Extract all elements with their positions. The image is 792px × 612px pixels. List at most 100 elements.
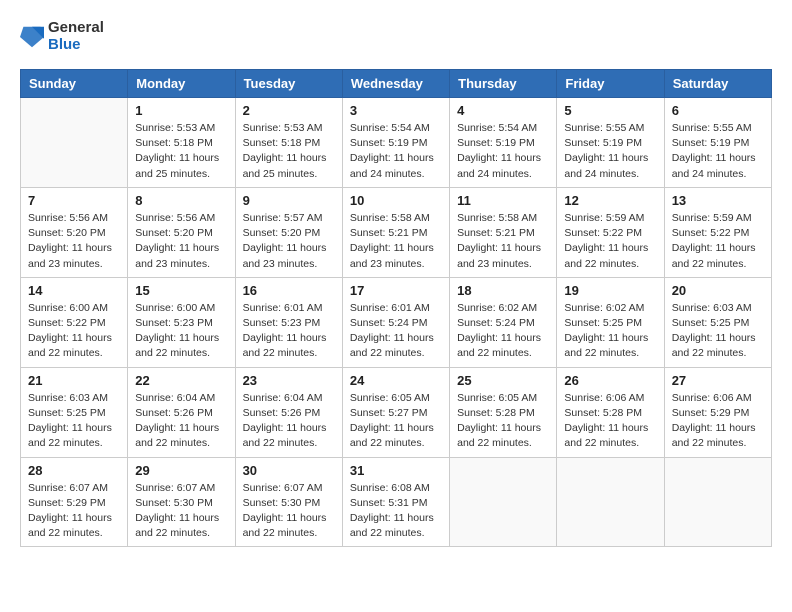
day-info: Sunrise: 5:53 AM Sunset: 5:18 PM Dayligh… xyxy=(135,121,227,182)
day-number: 29 xyxy=(135,463,227,478)
day-number: 31 xyxy=(350,463,442,478)
calendar-cell: 29 Sunrise: 6:07 AM Sunset: 5:30 PM Dayli… xyxy=(128,457,235,547)
day-info: Sunrise: 6:00 AM Sunset: 5:22 PM Dayligh… xyxy=(28,301,120,362)
calendar-cell: 4 Sunrise: 5:54 AM Sunset: 5:19 PM Daylig… xyxy=(450,98,557,188)
calendar-cell: 22 Sunrise: 6:04 AM Sunset: 5:26 PM Dayli… xyxy=(128,367,235,457)
day-info: Sunrise: 5:54 AM Sunset: 5:19 PM Dayligh… xyxy=(350,121,442,182)
day-info: Sunrise: 6:07 AM Sunset: 5:30 PM Dayligh… xyxy=(243,481,335,542)
calendar-cell xyxy=(664,457,771,547)
day-info: Sunrise: 6:03 AM Sunset: 5:25 PM Dayligh… xyxy=(672,301,764,362)
day-number: 13 xyxy=(672,193,764,208)
calendar-cell: 12 Sunrise: 5:59 AM Sunset: 5:22 PM Dayli… xyxy=(557,187,664,277)
calendar-cell: 23 Sunrise: 6:04 AM Sunset: 5:26 PM Dayli… xyxy=(235,367,342,457)
weekday-header-monday: Monday xyxy=(128,70,235,98)
weekday-header-friday: Friday xyxy=(557,70,664,98)
day-number: 7 xyxy=(28,193,120,208)
page-header: General Blue xyxy=(20,20,772,53)
day-number: 6 xyxy=(672,103,764,118)
calendar-cell: 16 Sunrise: 6:01 AM Sunset: 5:23 PM Dayli… xyxy=(235,277,342,367)
day-info: Sunrise: 5:57 AM Sunset: 5:20 PM Dayligh… xyxy=(243,211,335,272)
day-info: Sunrise: 5:56 AM Sunset: 5:20 PM Dayligh… xyxy=(28,211,120,272)
day-number: 16 xyxy=(243,283,335,298)
day-info: Sunrise: 6:06 AM Sunset: 5:29 PM Dayligh… xyxy=(672,391,764,452)
calendar-cell: 11 Sunrise: 5:58 AM Sunset: 5:21 PM Dayli… xyxy=(450,187,557,277)
calendar-week-1: 1 Sunrise: 5:53 AM Sunset: 5:18 PM Daylig… xyxy=(21,98,772,188)
day-info: Sunrise: 6:06 AM Sunset: 5:28 PM Dayligh… xyxy=(564,391,656,452)
calendar-cell: 27 Sunrise: 6:06 AM Sunset: 5:29 PM Dayli… xyxy=(664,367,771,457)
calendar-cell: 26 Sunrise: 6:06 AM Sunset: 5:28 PM Dayli… xyxy=(557,367,664,457)
calendar-cell: 21 Sunrise: 6:03 AM Sunset: 5:25 PM Dayli… xyxy=(21,367,128,457)
day-number: 8 xyxy=(135,193,227,208)
day-info: Sunrise: 6:08 AM Sunset: 5:31 PM Dayligh… xyxy=(350,481,442,542)
calendar-cell xyxy=(450,457,557,547)
day-info: Sunrise: 6:04 AM Sunset: 5:26 PM Dayligh… xyxy=(243,391,335,452)
day-info: Sunrise: 5:59 AM Sunset: 5:22 PM Dayligh… xyxy=(672,211,764,272)
day-number: 4 xyxy=(457,103,549,118)
calendar-cell: 25Sunrise: 6:05 AM Sunset: 5:28 PM Dayli… xyxy=(450,367,557,457)
day-number: 23 xyxy=(243,373,335,388)
day-info: Sunrise: 6:02 AM Sunset: 5:25 PM Dayligh… xyxy=(564,301,656,362)
day-number: 10 xyxy=(350,193,442,208)
calendar-cell: 24 Sunrise: 6:05 AM Sunset: 5:27 PM Dayli… xyxy=(342,367,449,457)
weekday-header-tuesday: Tuesday xyxy=(235,70,342,98)
logo: General Blue xyxy=(20,20,104,53)
calendar-table: SundayMondayTuesdayWednesdayThursdayFrid… xyxy=(20,69,772,547)
day-info: Sunrise: 6:00 AM Sunset: 5:23 PM Dayligh… xyxy=(135,301,227,362)
calendar-cell: 7 Sunrise: 5:56 AM Sunset: 5:20 PM Daylig… xyxy=(21,187,128,277)
day-number: 24 xyxy=(350,373,442,388)
day-info: Sunrise: 6:07 AM Sunset: 5:30 PM Dayligh… xyxy=(135,481,227,542)
day-info: Sunrise: 6:03 AM Sunset: 5:25 PM Dayligh… xyxy=(28,391,120,452)
calendar-week-3: 14 Sunrise: 6:00 AM Sunset: 5:22 PM Dayli… xyxy=(21,277,772,367)
calendar-week-4: 21 Sunrise: 6:03 AM Sunset: 5:25 PM Dayli… xyxy=(21,367,772,457)
day-info: Sunrise: 6:07 AM Sunset: 5:29 PM Dayligh… xyxy=(28,481,120,542)
day-number: 11 xyxy=(457,193,549,208)
day-info: Sunrise: 6:04 AM Sunset: 5:26 PM Dayligh… xyxy=(135,391,227,452)
day-info: Sunrise: 6:05 AM Sunset: 5:27 PM Dayligh… xyxy=(350,391,442,452)
logo-icon xyxy=(20,23,44,51)
day-number: 14 xyxy=(28,283,120,298)
calendar-cell: 18 Sunrise: 6:02 AM Sunset: 5:24 PM Dayli… xyxy=(450,277,557,367)
day-number: 3 xyxy=(350,103,442,118)
calendar-cell: 20 Sunrise: 6:03 AM Sunset: 5:25 PM Dayli… xyxy=(664,277,771,367)
day-number: 12 xyxy=(564,193,656,208)
day-number: 1 xyxy=(135,103,227,118)
calendar-cell: 14 Sunrise: 6:00 AM Sunset: 5:22 PM Dayli… xyxy=(21,277,128,367)
day-info: Sunrise: 5:56 AM Sunset: 5:20 PM Dayligh… xyxy=(135,211,227,272)
day-number: 26 xyxy=(564,373,656,388)
day-number: 2 xyxy=(243,103,335,118)
day-number: 21 xyxy=(28,373,120,388)
day-info: Sunrise: 5:54 AM Sunset: 5:19 PM Dayligh… xyxy=(457,121,549,182)
day-info: Sunrise: 5:55 AM Sunset: 5:19 PM Dayligh… xyxy=(564,121,656,182)
weekday-header-wednesday: Wednesday xyxy=(342,70,449,98)
calendar-cell: 13 Sunrise: 5:59 AM Sunset: 5:22 PM Dayli… xyxy=(664,187,771,277)
calendar-cell: 28 Sunrise: 6:07 AM Sunset: 5:29 PM Dayli… xyxy=(21,457,128,547)
day-info: Sunrise: 6:02 AM Sunset: 5:24 PM Dayligh… xyxy=(457,301,549,362)
day-number: 28 xyxy=(28,463,120,478)
calendar-week-2: 7 Sunrise: 5:56 AM Sunset: 5:20 PM Daylig… xyxy=(21,187,772,277)
calendar-cell: 6Sunrise: 5:55 AM Sunset: 5:19 PM Daylig… xyxy=(664,98,771,188)
day-number: 27 xyxy=(672,373,764,388)
weekday-header-sunday: Sunday xyxy=(21,70,128,98)
day-number: 20 xyxy=(672,283,764,298)
logo-text: General Blue xyxy=(48,20,104,53)
day-info: Sunrise: 5:59 AM Sunset: 5:22 PM Dayligh… xyxy=(564,211,656,272)
day-number: 15 xyxy=(135,283,227,298)
calendar-cell xyxy=(21,98,128,188)
weekday-header-row: SundayMondayTuesdayWednesdayThursdayFrid… xyxy=(21,70,772,98)
calendar-cell: 10 Sunrise: 5:58 AM Sunset: 5:21 PM Dayli… xyxy=(342,187,449,277)
day-info: Sunrise: 6:01 AM Sunset: 5:23 PM Dayligh… xyxy=(243,301,335,362)
day-number: 18 xyxy=(457,283,549,298)
day-info: Sunrise: 5:58 AM Sunset: 5:21 PM Dayligh… xyxy=(457,211,549,272)
calendar-cell: 8 Sunrise: 5:56 AM Sunset: 5:20 PM Daylig… xyxy=(128,187,235,277)
calendar-cell xyxy=(557,457,664,547)
day-info: Sunrise: 5:58 AM Sunset: 5:21 PM Dayligh… xyxy=(350,211,442,272)
day-info: Sunrise: 6:01 AM Sunset: 5:24 PM Dayligh… xyxy=(350,301,442,362)
day-number: 5 xyxy=(564,103,656,118)
day-number: 9 xyxy=(243,193,335,208)
day-number: 17 xyxy=(350,283,442,298)
weekday-header-saturday: Saturday xyxy=(664,70,771,98)
day-info: Sunrise: 6:05 AM Sunset: 5:28 PM Dayligh… xyxy=(457,391,549,452)
day-number: 22 xyxy=(135,373,227,388)
calendar-cell: 31 Sunrise: 6:08 AM Sunset: 5:31 PM Dayli… xyxy=(342,457,449,547)
day-number: 30 xyxy=(243,463,335,478)
